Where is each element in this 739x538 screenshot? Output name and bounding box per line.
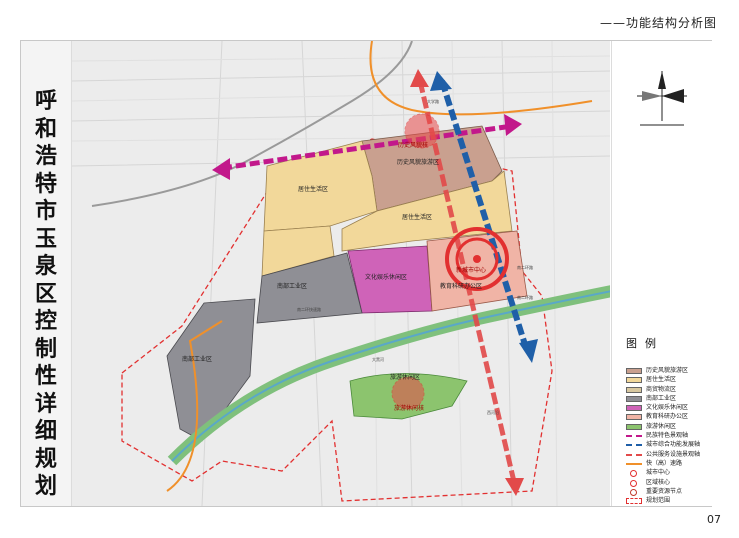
label-historic-core: 历史风貌核	[398, 141, 428, 149]
legend-label: 南部工业区	[646, 394, 677, 402]
legend-item: 规划范围	[626, 497, 710, 506]
road-label-2: 南二环路	[517, 264, 533, 270]
legend-label: 快（高）速路	[646, 459, 683, 467]
road-label-4: 大学路	[427, 98, 439, 104]
legend-swatch	[626, 395, 642, 402]
road-label-1: 南二环快速路	[297, 306, 321, 312]
legend-swatch	[626, 462, 642, 466]
legend-label: 历史风貌旅游区	[646, 367, 689, 374]
legend-swatch	[626, 423, 642, 430]
legend-swatch	[630, 470, 637, 478]
legend-title: 图例	[626, 337, 664, 350]
legend-swatch	[626, 435, 642, 438]
vertical-title: 呼和浩特市玉泉区控制性详细规划	[34, 89, 57, 499]
legend-label: 居住生活区	[646, 376, 677, 384]
road-label-5: 南二环路	[517, 294, 533, 300]
label-tourism: 旅游休闲区	[390, 373, 420, 381]
legend-item: 历史风貌旅游区	[626, 367, 710, 376]
map-canvas[interactable]: 居住生活区 居住生活区 历史风貌旅游区 历史风貌核 文化娱乐休闲区 南部工业区 …	[72, 41, 610, 506]
legend-item: 城市综合功能发展轴	[626, 441, 710, 450]
label-culture: 文化娱乐休闲区	[365, 273, 407, 281]
legend-item: 快（高）速路	[626, 460, 710, 469]
legend-item: 南部工业区	[626, 395, 710, 404]
legend-item: 民族特色景观轴	[626, 432, 710, 441]
legend-label: 区域核心	[646, 478, 671, 486]
legend-label: 教育科研办公区	[646, 413, 689, 421]
legend-label: 城市综合功能发展轴	[646, 441, 701, 449]
label-city-center: 新城市中心	[456, 266, 486, 274]
legend-swatch	[630, 479, 637, 487]
map-subtitle: ——功能结构分析图	[599, 16, 717, 30]
city-center-node	[445, 227, 509, 291]
legend-item: 教育科研办公区	[626, 413, 710, 422]
legend-swatch	[626, 377, 642, 384]
legend-label: 文化娱乐休闲区	[646, 404, 689, 412]
legend-label: 旅游休闲区	[646, 422, 677, 430]
map-svg: 居住生活区 居住生活区 历史风貌旅游区 历史风貌核 文化娱乐休闲区 南部工业区 …	[72, 41, 610, 506]
legend-label: 规划范围	[646, 497, 671, 505]
legend-item: 商贸物流区	[626, 386, 710, 395]
label-tourism-core: 旅游休闲核	[394, 404, 424, 412]
legend-item: 城市中心	[626, 469, 710, 478]
legend-swatch	[626, 368, 642, 374]
legend-swatch	[626, 444, 642, 447]
legend-swatch	[626, 386, 642, 393]
legend-item: 居住生活区	[626, 376, 710, 385]
legend-label: 公共服务设施景观轴	[646, 450, 701, 458]
label-residential-north: 居住生活区	[298, 185, 328, 193]
label-industry-1: 南部工业区	[182, 355, 212, 363]
legend-swatch	[626, 414, 642, 421]
legend-item: 公共服务设施景观轴	[626, 451, 710, 460]
legend-label: 城市中心	[646, 469, 671, 477]
label-historic: 历史风貌旅游区	[397, 158, 439, 166]
legend-item: 旅游休闲区	[626, 423, 710, 432]
label-industry-2: 南部工业区	[277, 282, 307, 290]
legend-label: 重要资源节点	[646, 487, 683, 495]
road-label-3: 大黑河	[372, 356, 384, 362]
label-education: 教育科研办公区	[440, 282, 482, 290]
legend-label: 民族特色景观轴	[646, 432, 689, 440]
legend-swatch	[626, 453, 642, 457]
label-residential-mid: 居住生活区	[402, 213, 432, 221]
legend-item: 区域核心	[626, 479, 710, 488]
legend-swatch	[626, 405, 642, 412]
page-number: 07	[707, 513, 721, 526]
road-label-6: 西河沿	[487, 409, 499, 415]
legend-item: 重要资源节点	[626, 488, 710, 497]
legend-swatch	[630, 488, 637, 496]
legend-label: 商贸物流区	[646, 385, 677, 393]
legend: 历史风貌旅游区 居住生活区 商贸物流区 南部工业区文化娱乐休闲区 教育科研办公区 旅游休闲…	[626, 367, 710, 506]
north-arrow-compass	[637, 71, 687, 126]
legend-swatch	[626, 498, 642, 505]
